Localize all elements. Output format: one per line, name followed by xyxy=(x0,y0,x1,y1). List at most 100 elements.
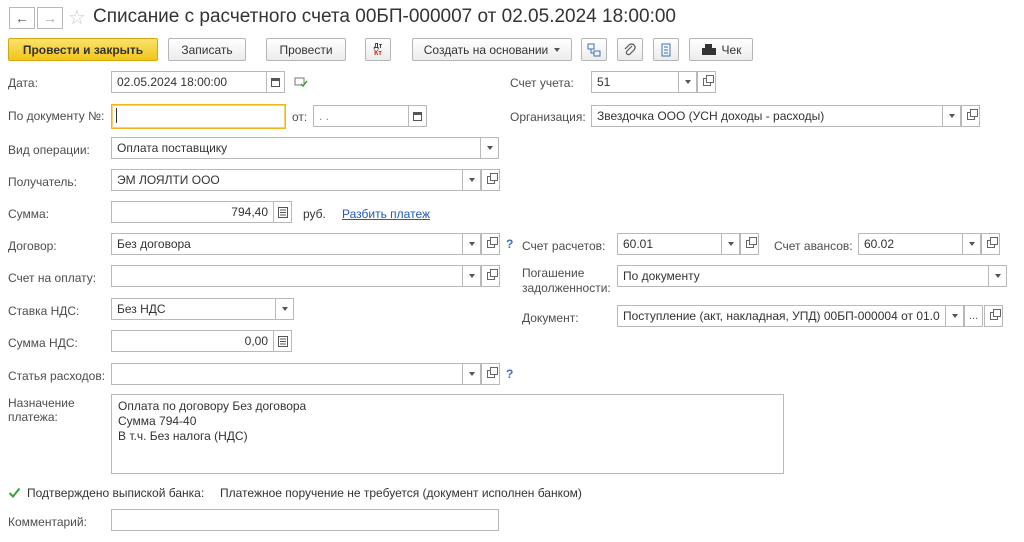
advance-input[interactable]: 60.02 xyxy=(858,233,963,255)
save-button[interactable]: Записать xyxy=(168,38,246,61)
arrow-left-icon: ← xyxy=(15,10,29,26)
account-input[interactable]: 51 xyxy=(591,71,679,93)
currency-label: руб. xyxy=(303,207,326,221)
back-button[interactable]: ← xyxy=(9,7,35,29)
operation-input[interactable]: Оплата поставщику xyxy=(111,137,481,159)
open-form-icon xyxy=(986,237,998,248)
comment-input[interactable] xyxy=(111,509,499,531)
expense-help-icon[interactable]: ? xyxy=(506,367,513,381)
repay-label-line2: задолженности: xyxy=(522,281,611,295)
vat-sum-calculator-button[interactable] xyxy=(273,330,292,352)
structure-button[interactable] xyxy=(581,38,607,61)
arrow-right-icon: → xyxy=(43,10,57,26)
org-open-button[interactable] xyxy=(961,105,980,127)
open-form-icon xyxy=(745,237,757,248)
org-dropdown-button[interactable] xyxy=(942,105,961,127)
kt-label: Кт xyxy=(374,49,382,57)
expense-label: Статья расходов: xyxy=(8,369,106,383)
vat-sum-label: Сумма НДС: xyxy=(8,336,78,350)
receipt-button[interactable]: Чек xyxy=(689,38,753,61)
purpose-line: В т.ч. Без налога (НДС) xyxy=(118,429,248,443)
post-and-close-button[interactable]: Провести и закрыть xyxy=(8,38,158,61)
recipient-dropdown-button[interactable] xyxy=(462,169,481,191)
chevron-down-icon xyxy=(486,146,493,150)
date-status-icon[interactable] xyxy=(294,76,308,91)
settle-dropdown-button[interactable] xyxy=(721,233,740,255)
repay-dropdown-button[interactable] xyxy=(988,265,1007,287)
chevron-down-icon xyxy=(468,372,475,376)
open-form-icon xyxy=(989,309,1001,320)
create-based-on-label: Создать на основании xyxy=(423,42,549,57)
checkmark-icon xyxy=(8,487,21,498)
vat-rate-input[interactable]: Без НДС xyxy=(111,298,276,320)
docnum-input[interactable] xyxy=(111,104,286,129)
favorite-star-icon[interactable]: ☆ xyxy=(68,5,86,30)
purpose-line: Оплата по договору Без договора xyxy=(118,399,307,413)
operation-label: Вид операции: xyxy=(8,143,90,157)
settle-input[interactable]: 60.01 xyxy=(617,233,722,255)
account-open-button[interactable] xyxy=(697,71,716,93)
recipient-input[interactable]: ЭМ ЛОЯЛТИ ООО xyxy=(111,169,463,191)
account-label: Счет учета: xyxy=(510,76,574,90)
operation-dropdown-button[interactable] xyxy=(480,137,499,159)
chevron-down-icon xyxy=(468,274,475,278)
create-based-on-button[interactable]: Создать на основании xyxy=(412,38,572,61)
purpose-textarea[interactable]: Оплата по договору Без договора Сумма 79… xyxy=(111,394,784,474)
from-label: от: xyxy=(292,110,308,124)
attach-button[interactable] xyxy=(617,38,643,61)
open-form-icon xyxy=(486,237,498,248)
sum-calculator-button[interactable] xyxy=(273,201,292,223)
repay-label-line1: Погашение xyxy=(522,266,585,280)
document-input[interactable]: Поступление (акт, накладная, УПД) 00БП-0… xyxy=(617,305,946,327)
invoice-input[interactable] xyxy=(111,265,463,287)
repay-input[interactable]: По документу xyxy=(617,265,989,287)
contract-open-button[interactable] xyxy=(481,233,500,255)
from-date-input[interactable]: . . xyxy=(313,105,409,127)
settle-label: Счет расчетов: xyxy=(522,239,606,253)
settle-open-button[interactable] xyxy=(740,233,759,255)
from-date-calendar-button[interactable] xyxy=(408,105,427,127)
forward-button[interactable]: → xyxy=(37,7,63,29)
date-input[interactable]: 02.05.2024 18:00:00 xyxy=(111,71,267,93)
chevron-down-icon xyxy=(468,242,475,246)
chevron-down-icon xyxy=(727,242,734,246)
date-calendar-button[interactable] xyxy=(266,71,285,93)
contract-dropdown-button[interactable] xyxy=(462,233,481,255)
purpose-label: Назначение платежа: xyxy=(8,396,75,424)
invoice-dropdown-button[interactable] xyxy=(462,265,481,287)
calendar-icon xyxy=(271,77,280,87)
chevron-down-icon xyxy=(281,307,288,311)
post-button[interactable]: Провести xyxy=(266,38,346,61)
invoice-open-button[interactable] xyxy=(481,265,500,287)
report-button[interactable] xyxy=(653,38,679,61)
dt-label: Дт xyxy=(373,42,383,50)
expense-open-button[interactable] xyxy=(481,363,500,385)
contract-help-icon[interactable]: ? xyxy=(506,237,513,251)
expense-dropdown-button[interactable] xyxy=(462,363,481,385)
document-select-button[interactable]: ... xyxy=(964,305,983,327)
account-dropdown-button[interactable] xyxy=(678,71,697,93)
recipient-open-button[interactable] xyxy=(481,169,500,191)
vat-sum-input[interactable]: 0,00 xyxy=(111,330,274,352)
advance-dropdown-button[interactable] xyxy=(962,233,981,255)
chevron-down-icon xyxy=(951,314,958,318)
document-open-button[interactable] xyxy=(984,305,1003,327)
document-list-icon xyxy=(661,43,671,56)
chevron-down-icon xyxy=(948,114,955,118)
repay-label: Погашение задолженности: xyxy=(522,266,611,296)
recipient-label: Получатель: xyxy=(8,175,77,189)
expense-input[interactable] xyxy=(111,363,463,385)
split-payment-link[interactable]: Разбить платеж xyxy=(342,207,430,221)
contract-label: Договор: xyxy=(8,239,57,253)
text-cursor xyxy=(116,108,117,123)
document-label: Документ: xyxy=(522,311,579,325)
document-dropdown-button[interactable] xyxy=(945,305,964,327)
invoice-label: Счет на оплату: xyxy=(8,271,97,285)
dt-kt-button[interactable]: Дт Кт xyxy=(365,38,391,61)
sum-input[interactable]: 794,40 xyxy=(111,201,274,223)
org-input[interactable]: Звездочка ООО (УСН доходы - расходы) xyxy=(591,105,943,127)
advance-open-button[interactable] xyxy=(981,233,1000,255)
confirmed-checkbox[interactable] xyxy=(8,486,21,499)
vat-rate-dropdown-button[interactable] xyxy=(275,298,294,320)
contract-input[interactable]: Без договора xyxy=(111,233,463,255)
